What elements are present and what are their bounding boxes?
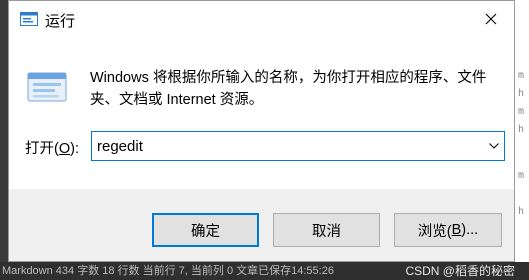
combo-dropdown-button[interactable] [484, 132, 504, 160]
run-icon [27, 72, 67, 102]
edge-mark: h [518, 124, 525, 135]
description-text: Windows 将根据你所输入的名称，为你打开相应的程序、文件夹、文档或 Int… [90, 70, 487, 108]
run-app-icon [20, 12, 38, 26]
edge-mark: h [518, 206, 525, 217]
close-button[interactable] [468, 1, 514, 37]
status-text: Markdown 434 字数 18 行数 当前行 7, 当前列 0 文章已保存… [2, 265, 334, 277]
run-dialog: 运行 Windows 将根据你所输入的名称，为你打开相应的程序、文件夹、文档或 … [8, 0, 515, 262]
background-editor-edge: m h m h m h [515, 0, 529, 262]
edge-mark: h [518, 88, 525, 99]
open-label-prefix: 打开( [25, 141, 59, 157]
chevron-down-icon [489, 143, 499, 149]
ok-button-label: 确定 [191, 223, 220, 240]
browse-label-suffix: )... [461, 222, 479, 238]
browse-label-prefix: 浏览( [417, 223, 452, 240]
watermark: CSDN @稻香的秘密 [405, 264, 515, 278]
window-title: 运行 [45, 13, 76, 30]
close-icon [485, 13, 497, 25]
open-input[interactable] [92, 132, 476, 160]
dialog-content: Windows 将根据你所输入的名称，为你打开相应的程序、文件夹、文档或 Int… [9, 37, 514, 189]
cancel-button-label: 取消 [312, 223, 341, 240]
browse-label-accel: B [451, 222, 462, 238]
open-label-suffix: ): [70, 141, 79, 157]
ok-button[interactable]: 确定 [152, 213, 259, 247]
open-label-accel: O [58, 141, 71, 157]
cancel-button[interactable]: 取消 [273, 213, 380, 247]
edge-mark: m [518, 170, 525, 181]
open-combobox[interactable] [91, 131, 505, 161]
edge-mark: m [518, 106, 525, 117]
edge-mark: m [518, 70, 525, 81]
browse-button[interactable]: 浏览(B)... [394, 213, 502, 247]
title-bar[interactable]: 运行 [9, 1, 514, 37]
open-label: 打开(O): [25, 137, 79, 158]
background-status-bar: Markdown 434 字数 18 行数 当前行 7, 当前列 0 文章已保存… [0, 262, 529, 280]
